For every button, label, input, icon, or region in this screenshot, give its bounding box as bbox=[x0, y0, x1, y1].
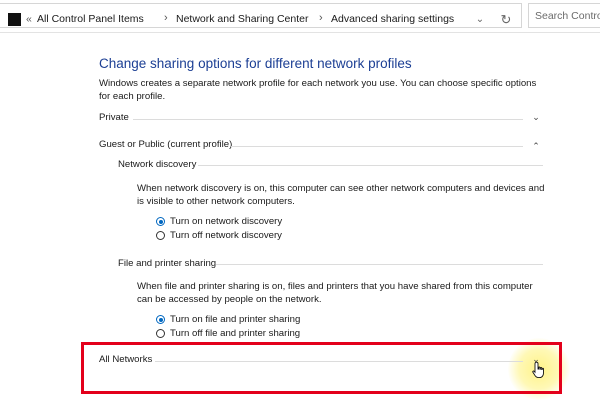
address-bar: « All Control Panel Items › Network and … bbox=[0, 0, 600, 33]
refresh-icon: ↻ bbox=[500, 12, 512, 27]
divider bbox=[198, 165, 543, 166]
network-discovery-header: Network discovery bbox=[118, 158, 549, 172]
page-title: Change sharing options for different net… bbox=[99, 56, 412, 71]
divider bbox=[216, 264, 543, 265]
profile-private-label: Private bbox=[99, 112, 129, 123]
file-printer-sharing-header: File and printer sharing bbox=[118, 257, 549, 271]
radio-turn-off-network-discovery[interactable]: Turn off network discovery bbox=[156, 230, 282, 241]
network-discovery-heading: Network discovery bbox=[118, 159, 197, 170]
address-dropdown-button[interactable]: ⌄ bbox=[470, 10, 490, 30]
radio-unselected-icon[interactable] bbox=[156, 231, 165, 240]
chevron-up-icon[interactable]: ⌃ bbox=[529, 141, 543, 152]
network-discovery-description: When network discovery is on, this compu… bbox=[137, 183, 545, 207]
radio-turn-on-file-printer-sharing[interactable]: Turn on file and printer sharing bbox=[156, 314, 300, 325]
breadcrumb[interactable]: « All Control Panel Items › Network and … bbox=[0, 3, 522, 28]
divider bbox=[133, 119, 523, 120]
radio-label: Turn on network discovery bbox=[170, 216, 283, 227]
radio-selected-icon[interactable] bbox=[156, 217, 165, 226]
radio-selected-icon[interactable] bbox=[156, 315, 165, 324]
file-printer-sharing-description: When file and printer sharing is on, fil… bbox=[137, 281, 533, 305]
crumb-separator[interactable]: › bbox=[164, 12, 168, 24]
back-history-icon[interactable]: « bbox=[26, 13, 32, 25]
radio-turn-off-file-printer-sharing[interactable]: Turn off file and printer sharing bbox=[156, 328, 300, 339]
profile-private-header[interactable]: Private ⌄ bbox=[99, 110, 549, 126]
radio-turn-on-network-discovery[interactable]: Turn on network discovery bbox=[156, 216, 282, 227]
profile-guest-public-header[interactable]: Guest or Public (current profile) ⌃ bbox=[99, 137, 549, 153]
crumb-advanced-sharing-settings[interactable]: Advanced sharing settings bbox=[331, 13, 454, 25]
chevron-down-icon: ⌄ bbox=[475, 14, 485, 25]
crumb-separator[interactable]: › bbox=[319, 12, 323, 24]
radio-label: Turn on file and printer sharing bbox=[170, 314, 301, 325]
radio-label: Turn off network discovery bbox=[170, 230, 282, 241]
search-input[interactable]: Search Control Pa bbox=[528, 3, 600, 28]
page-description: Windows creates a separate network profi… bbox=[99, 78, 537, 102]
crumb-all-control-panel-items[interactable]: All Control Panel Items bbox=[37, 13, 144, 25]
divider bbox=[231, 146, 523, 147]
file-printer-sharing-heading: File and printer sharing bbox=[118, 258, 217, 269]
radio-unselected-icon[interactable] bbox=[156, 329, 165, 338]
refresh-button[interactable]: ↻ bbox=[496, 10, 516, 30]
annotation-highlight-box bbox=[81, 342, 562, 394]
radio-label: Turn off file and printer sharing bbox=[170, 328, 301, 339]
hand-pointer-icon bbox=[532, 361, 544, 379]
crumb-network-and-sharing-center[interactable]: Network and Sharing Center bbox=[176, 13, 309, 25]
chevron-down-icon[interactable]: ⌄ bbox=[529, 112, 543, 123]
control-panel-icon bbox=[8, 13, 21, 26]
profile-guest-public-label: Guest or Public (current profile) bbox=[99, 139, 233, 150]
